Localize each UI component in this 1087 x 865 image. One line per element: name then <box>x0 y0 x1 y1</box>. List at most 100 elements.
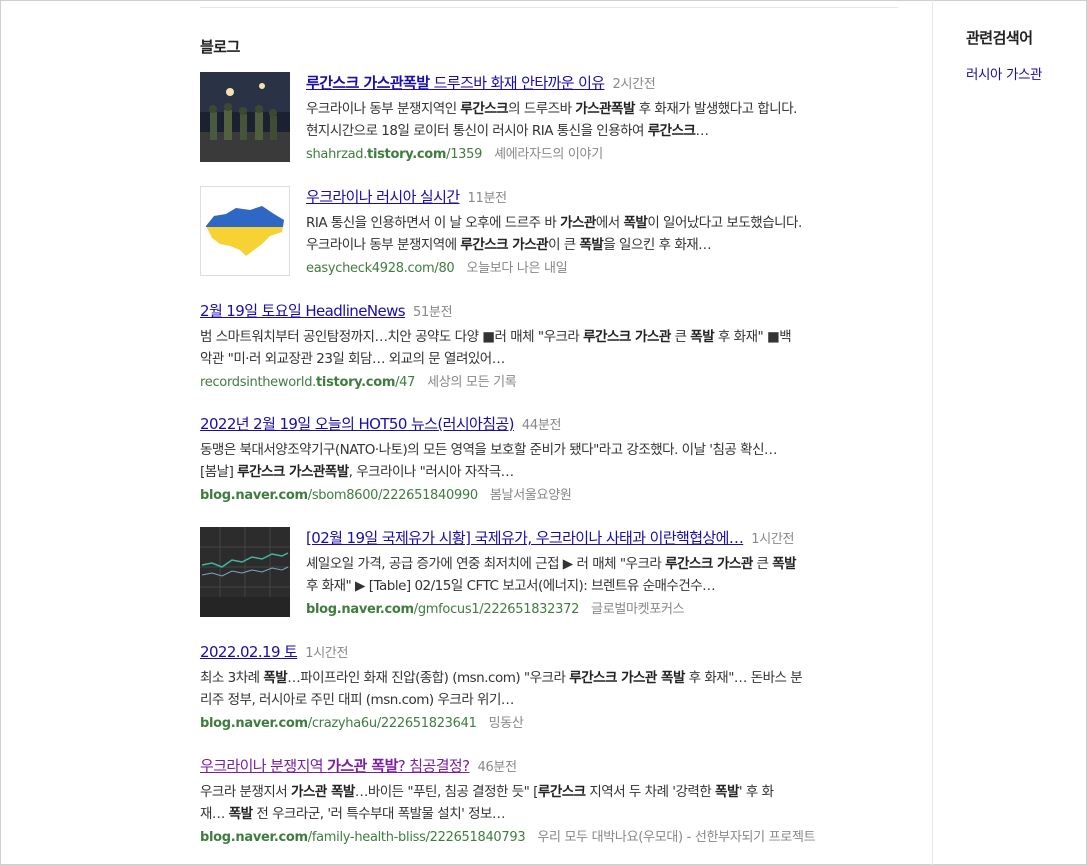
sidebar-divider <box>932 0 933 865</box>
result-blog-name[interactable]: 셰에라자드의 이야기 <box>494 147 603 162</box>
result-description: 범 스마트워치부터 공인탐정까지…치안 공약도 다양 ■러 매체 "우크라 루간… <box>200 326 900 370</box>
text-segment: 지역서 두 차례 '강력한 <box>585 784 716 800</box>
result-blog-name[interactable]: 오늘보다 나은 내일 <box>466 261 567 276</box>
description-line: 범 스마트워치부터 공인탐정까지…치안 공약도 다양 ■러 매체 "우크라 루간… <box>200 326 900 348</box>
result-title-line: 2022.02.19 토 1시간전 <box>200 641 900 663</box>
result-blog-name[interactable]: 봄날서울요양원 <box>490 488 572 503</box>
related-search-link[interactable]: 러시아 가스관 <box>966 63 1042 83</box>
result-time: 51분전 <box>412 305 453 320</box>
highlight: blog.naver.com <box>200 488 308 503</box>
highlight: 루간스크 가스관 <box>583 329 671 345</box>
description-line: RIA 통신을 인용하면서 이 날 오후에 드르주 바 가스관에서 폭발이 일어… <box>306 212 900 234</box>
highlight: 가스관 폭발 <box>291 784 355 800</box>
text-segment: ' 후 화 <box>738 784 774 800</box>
text-segment: 2022년 2월 19일 오늘의 HOT50 뉴스(러시아침공) <box>200 415 514 433</box>
text-segment: /1359 <box>446 147 483 162</box>
result-url-link[interactable]: easycheck4928.com/80 <box>306 261 455 276</box>
highlight: 폭발 <box>690 329 715 345</box>
description-line: 우크라이나 동부 분쟁지역에 루간스크 가스관이 큰 폭발을 일으킨 후 화재… <box>306 234 900 256</box>
description-line: 우크라 분쟁지서 가스관 폭발…바이든 "푸틴, 침공 결정한 듯" [루간스크… <box>200 781 900 803</box>
result-meta: easycheck4928.com/80 오늘보다 나은 내일 <box>306 259 900 279</box>
highlight: 가스관폭발 <box>575 101 635 117</box>
text-segment: 에서 <box>595 215 624 231</box>
description-line: 현지시간으로 18일 로이터 통신이 러시아 RIA 통신을 인용하여 루간스크… <box>306 120 900 142</box>
text-segment: 최소 3차례 <box>200 670 264 686</box>
result-url-link[interactable]: shahrzad.tistory.com/1359 <box>306 147 482 162</box>
result-title-link[interactable]: 2022년 2월 19일 오늘의 HOT50 뉴스(러시아침공) <box>200 415 514 433</box>
result-url-link[interactable]: blog.naver.com/sbom8600/222651840990 <box>200 488 478 503</box>
description-line: 악관 "미·러 외교장관 23일 회담… 외교의 문 열려있어… <box>200 348 900 370</box>
result-title-line: 우크라이나 분쟁지역 가스관 폭발? 침공결정? 46분전 <box>200 755 900 777</box>
result-body: 우크라이나 러시아 실시간 11분전 RIA 통신을 인용하면서 이 날 오후에 드… <box>306 186 900 279</box>
text-segment: recordsintheworld. <box>200 375 317 390</box>
result-url-link[interactable]: blog.naver.com/crazyha6u/222651823641 <box>200 716 477 731</box>
text-segment: 큰 <box>670 329 691 345</box>
result-title-link[interactable]: [02월 19일 국제유가 시황] 국제유가, 우크라이나 사태과 이란핵협상에… <box>306 529 744 547</box>
description-line: 재… 폭발 전 우크라군, '러 특수부대 폭발물 설치' 정보… <box>200 803 900 825</box>
highlight: 폭발 <box>715 784 739 800</box>
result-title-line: 2022년 2월 19일 오늘의 HOT50 뉴스(러시아침공) 44분전 <box>200 413 900 435</box>
result-meta: recordsintheworld.tistory.com/47 세상의 모든 기… <box>200 373 900 393</box>
description-line: 후 화재" ▶ [Table] 02/15일 CFTC 보고서(에너지): 브렌… <box>306 575 900 597</box>
text-segment: /sbom8600/222651840990 <box>307 488 478 503</box>
highlight: 폭발 <box>228 806 253 822</box>
result-url-link[interactable]: blog.naver.com/family-health-bliss/22265… <box>200 830 526 845</box>
highlight: blog.naver.com <box>306 602 414 617</box>
description-line: 셰일오일 가격, 공급 증가에 연중 최저치에 근접 ▶ 러 매체 "우크라 루… <box>306 553 900 575</box>
text-segment: 우크라이나 동부 분쟁지역에 <box>306 237 461 253</box>
result-thumbnail[interactable] <box>200 186 290 276</box>
highlight: blog.naver.com <box>200 830 308 845</box>
text-segment: easycheck4928.com/80 <box>306 261 455 276</box>
description-line: 리주 정부, 러시아로 주민 대피 (msn.com) 우크라 위기… <box>200 689 900 711</box>
text-segment: 드루즈바 화재 안타까운 이유 <box>429 74 606 92</box>
text-segment: 후 화재" ■백 <box>714 329 792 345</box>
text-segment: 악관 "미·러 외교장관 23일 회담… 외교의 문 열려있어… <box>200 351 505 367</box>
result-blog-name[interactable]: 우리 모두 대박나요(우모대) - 선한부자되기 프로젝트 <box>537 830 815 845</box>
result-thumbnail[interactable] <box>200 72 290 162</box>
result-blog-name[interactable]: 글로벌마켓포커스 <box>591 602 685 617</box>
text-segment: [봄날] <box>200 464 238 480</box>
highlight: 가스관 <box>560 215 596 231</box>
result-title-line: [02월 19일 국제유가 시황] 국제유가, 우크라이나 사태과 이란핵협상에… <box>306 527 900 549</box>
text-segment: 2월 19일 토요일 HeadlineNews <box>200 302 406 320</box>
text-segment: 재… <box>200 806 229 822</box>
text-segment: 후 화재"… 돈바스 분 <box>684 670 803 686</box>
result-title-link[interactable]: 2월 19일 토요일 HeadlineNews <box>200 302 406 320</box>
top-divider <box>200 7 898 8</box>
text-segment: … <box>695 123 709 139</box>
result-title-link[interactable]: 우크라이나 러시아 실시간 <box>306 188 460 206</box>
result-meta: blog.naver.com/crazyha6u/222651823641 밍동산 <box>200 714 900 734</box>
result-title-line: 2월 19일 토요일 HeadlineNews 51분전 <box>200 300 900 322</box>
result-description: 동맹은 북대서양조약기구(NATO·나토)의 모든 영역을 보호할 준비가 됐다… <box>200 439 900 483</box>
result-blog-name[interactable]: 밍동산 <box>489 716 524 731</box>
result-url-link[interactable]: blog.naver.com/gmfocus1/222651832372 <box>306 602 579 617</box>
result-title-link[interactable]: 루간스크 가스관폭발 드루즈바 화재 안타까운 이유 <box>306 74 605 92</box>
description-line: [봄날] 루간스크 가스관폭발, 우크라이나 "러시아 자작극… <box>200 461 900 483</box>
text-segment: 전 우크라군, '러 특수부대 폭발물 설치' 정보… <box>252 806 505 822</box>
result-body: 2022.02.19 토 1시간전최소 3차례 폭발…파이프라인 화재 진압(종합… <box>200 641 900 734</box>
text-segment: 후 화재가 발생했다고 합니다. <box>634 101 798 117</box>
text-segment: 우크라이나 러시아 실시간 <box>306 188 460 206</box>
result-url-link[interactable]: recordsintheworld.tistory.com/47 <box>200 375 415 390</box>
result-title-link[interactable]: 2022.02.19 토 <box>200 643 298 661</box>
highlight: 루간스크 <box>647 123 696 139</box>
result-time: 44분전 <box>521 418 562 433</box>
text-segment: …파이프라인 화재 진압(종합) (msn.com) "우크라 <box>287 670 570 686</box>
highlight: tistory.com <box>316 375 396 390</box>
text-segment: 리주 정부, 러시아로 주민 대피 (msn.com) 우크라 위기… <box>200 692 514 708</box>
text-segment: 2022.02.19 토 <box>200 643 298 661</box>
result-description: 셰일오일 가격, 공급 증가에 연중 최저치에 근접 ▶ 러 매체 "우크라 루… <box>306 553 900 597</box>
result-title-line: 우크라이나 러시아 실시간 11분전 <box>306 186 900 208</box>
text-segment: 의 드루즈바 <box>508 101 576 117</box>
result-blog-name[interactable]: 세상의 모든 기록 <box>427 375 517 390</box>
result-description: 우크라 분쟁지서 가스관 폭발…바이든 "푸틴, 침공 결정한 듯" [루간스크… <box>200 781 900 825</box>
result-meta: blog.naver.com/sbom8600/222651840990 봄날서울… <box>200 486 900 506</box>
description-line: 최소 3차례 폭발…파이프라인 화재 진압(종합) (msn.com) "우크라… <box>200 667 900 689</box>
text-segment: 동맹은 북대서양조약기구(NATO·나토)의 모든 영역을 보호할 준비가 됐다… <box>200 442 778 458</box>
result-title-link[interactable]: 우크라이나 분쟁지역 가스관 폭발? 침공결정? <box>200 757 470 775</box>
result-thumbnail[interactable] <box>200 527 290 617</box>
text-segment: /crazyha6u/222651823641 <box>307 716 477 731</box>
text-segment: , 우크라이나 "러시아 자작극… <box>348 464 515 480</box>
text-segment: 셰일오일 가격, 공급 증가에 연중 최저치에 근접 ▶ 러 매체 "우크라 <box>306 556 666 572</box>
text-segment: 이 큰 <box>548 237 580 253</box>
